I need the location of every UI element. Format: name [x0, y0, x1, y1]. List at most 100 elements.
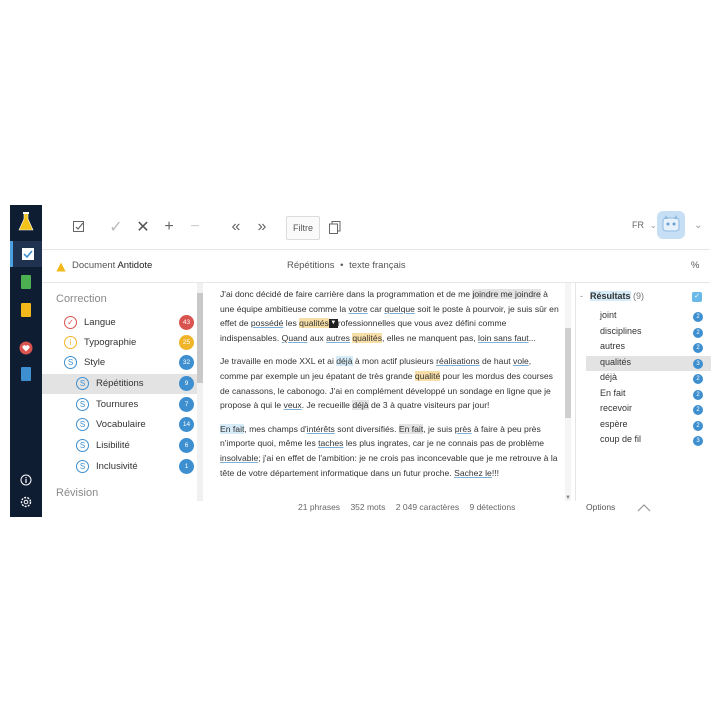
cursor-marker-icon[interactable]: ▼ [328, 319, 338, 329]
count-badge: 1 [179, 459, 194, 474]
prism-context: Répétitions • texte français [287, 260, 406, 271]
result-item-espere[interactable]: espère 2 [586, 418, 711, 433]
detection-underline[interactable]: Sachez le [454, 468, 492, 478]
context-separator: • [340, 260, 344, 271]
editor-scrollbar[interactable]: ▼ [565, 283, 571, 501]
detection-underline[interactable]: autres [326, 333, 350, 343]
text-run: J'ai donc décidé de faire carrière dans … [220, 289, 473, 299]
repetition-highlight[interactable]: En fait [398, 423, 424, 434]
remove-minus-icon[interactable]: − [186, 216, 204, 238]
scroll-down-arrow-icon[interactable]: ▼ [565, 495, 571, 501]
result-count-badge: 3 [693, 436, 703, 446]
results-count: (9) [633, 291, 645, 301]
select-all-checkbox-icon[interactable]: ✓ [692, 292, 702, 302]
result-count-badge: 2 [693, 420, 703, 431]
sidebar-item-typographie[interactable]: i Typographie 25 [42, 333, 198, 353]
filter-button[interactable]: Filtre [286, 216, 320, 240]
detection-underline[interactable]: réalisations [436, 356, 479, 366]
document-prefix: Document [72, 260, 116, 271]
correction-sidebar: Correction ✓ Langue 43 i Typographie 25 … [42, 283, 208, 501]
text-editor[interactable]: J'ai donc décidé de faire carrière dans … [220, 287, 560, 501]
repetition-highlight[interactable]: qualités [352, 332, 382, 343]
add-plus-icon[interactable]: + [160, 216, 178, 238]
validate-document-icon[interactable] [70, 216, 88, 238]
result-item-deja[interactable]: déjà 2 [586, 371, 711, 386]
detection-underline[interactable]: loin sans faut [478, 333, 529, 343]
options-button[interactable]: Options [586, 502, 615, 512]
result-label: autres [600, 341, 626, 351]
copy-document-icon[interactable] [326, 216, 344, 238]
text-run: , mes champs d' [244, 423, 307, 434]
correction-doc-icon[interactable] [10, 241, 42, 267]
detection-underline[interactable]: taches [318, 438, 343, 448]
repetition-highlight[interactable]: qualité [414, 370, 441, 381]
result-item-joint[interactable]: joint 2 [586, 309, 711, 324]
sidebar-scrollbar[interactable] [197, 283, 203, 501]
detection-underline[interactable]: quelque [384, 304, 415, 314]
yellow-guide-icon[interactable] [10, 297, 42, 323]
result-item-en-fait[interactable]: En fait 2 [586, 387, 711, 402]
detection-underline[interactable]: possédé [251, 318, 284, 328]
result-count-badge: 2 [693, 312, 703, 322]
result-item-coup-de-fil[interactable]: coup de fil 3 [586, 433, 711, 448]
detection-underline[interactable]: vole [513, 356, 529, 366]
detection-underline[interactable]: votre [349, 304, 368, 314]
style-s-icon: S [76, 398, 89, 411]
detection-underline[interactable]: insolvable [220, 453, 258, 463]
collapse-minus-icon[interactable]: - [580, 291, 583, 301]
result-count-badge: 2 [693, 389, 703, 400]
sidebar-item-lisibilite[interactable]: S Lisibilité 6 [42, 436, 198, 456]
paragraph-1: J'ai donc décidé de faire carrière dans … [220, 287, 560, 345]
options-label: Options [586, 502, 616, 512]
repetition-highlight[interactable]: En fait [220, 423, 245, 434]
repetition-highlight[interactable]: qualités [299, 318, 329, 329]
sidebar-item-label: Vocabulaire [96, 419, 146, 430]
result-item-autres[interactable]: autres 2 [586, 340, 711, 355]
green-dictionary-icon[interactable] [10, 269, 42, 295]
scrollbar-thumb[interactable] [565, 328, 571, 418]
flask-logo-icon[interactable] [10, 207, 42, 237]
detection-underline[interactable]: veux [284, 400, 302, 410]
sidebar-item-tournures[interactable]: S Tournures 7 [42, 395, 198, 415]
reject-x-icon[interactable]: ✕ [134, 216, 152, 238]
result-item-recevoir[interactable]: recevoir 2 [586, 402, 711, 417]
chevron-down-icon[interactable]: ⌄ [694, 220, 702, 231]
percent-indicator[interactable]: % [691, 260, 699, 271]
word-count: 352 mots [350, 502, 386, 512]
text-run: de 3 à quatre visiteurs par jour! [368, 400, 490, 411]
repetition-highlight[interactable]: déjà [336, 356, 353, 367]
previous-double-chevron-icon[interactable]: « [226, 216, 246, 238]
repetition-highlight[interactable]: joindre me joindre [472, 289, 541, 299]
result-label: qualités [600, 356, 632, 367]
text-run: ; j'ai en effet de l'ambition: je ne cro… [220, 452, 558, 478]
sidebar-item-langue[interactable]: ✓ Langue 43 [42, 313, 198, 333]
sidebar-item-repetitions[interactable]: S Répétitions 9 [42, 374, 198, 394]
next-double-chevron-icon[interactable]: » [252, 216, 272, 238]
accept-check-icon[interactable]: ✓ [108, 216, 124, 238]
language-selector[interactable]: FR ⌄ [632, 220, 657, 231]
repetition-highlight[interactable]: déjà [352, 400, 369, 411]
sidebar-item-inclusivite[interactable]: S Inclusivité 1 [42, 457, 198, 477]
section-revision-heading: Révision [56, 487, 99, 499]
paragraph-2: Je travaille en mode XXL et ai déjà à mo… [220, 354, 560, 412]
detection-underline[interactable]: près [455, 424, 472, 434]
antidote-mascot-icon[interactable] [657, 211, 685, 239]
result-item-qualites[interactable]: qualités 3 [586, 355, 711, 371]
count-badge: 32 [179, 355, 194, 370]
style-s-icon: S [76, 460, 89, 473]
text-run: aux [307, 332, 327, 343]
result-count-badge: 2 [693, 374, 703, 384]
result-item-disciplines[interactable]: disciplines 2 [586, 325, 711, 340]
chevron-up-icon[interactable] [636, 500, 652, 518]
detection-underline[interactable]: intérêts [307, 424, 335, 434]
results-header[interactable]: Résultats (9) [590, 291, 644, 301]
text-run: , elles ne manquent pas, [382, 332, 479, 343]
scrollbar-thumb[interactable] [197, 293, 203, 383]
heart-icon[interactable] [10, 335, 42, 361]
detection-underline[interactable]: Quand [282, 333, 308, 343]
sidebar-item-vocabulaire[interactable]: S Vocabulaire 14 [42, 415, 198, 435]
sidebar-item-style[interactable]: S Style 32 [42, 353, 198, 373]
blue-book-icon[interactable] [10, 361, 42, 387]
settings-gear-icon[interactable] [10, 489, 42, 515]
text-run: de haut [479, 356, 514, 367]
